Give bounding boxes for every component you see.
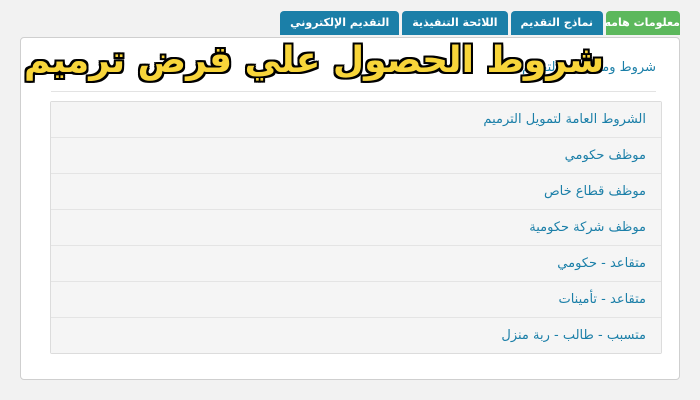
list-item-government-company-employee[interactable]: موظف شركة حكومية [51,210,661,246]
tab-online-application[interactable]: التقديم الإلكتروني [280,11,400,35]
tab-important-info[interactable]: معلومات هامه [605,11,680,35]
list-item-general-conditions[interactable]: الشروط العامة لتمويل الترميم [51,102,661,138]
tab-executive-regulations[interactable]: اللائحة التنفيذية [402,11,508,35]
list-item-retired-insurance[interactable]: متقاعد - تأمينات [51,282,661,318]
tab-application-forms[interactable]: نماذج التقديم [510,11,603,35]
list-item-government-employee[interactable]: موظف حكومي [51,138,661,174]
list-item-private-sector-employee[interactable]: موظف قطاع خاص [51,174,661,210]
tab-bar: معلومات هامه نماذج التقديم اللائحة التنف… [280,11,680,35]
title-divider [51,91,656,92]
requirements-list: الشروط العامة لتمويل الترميم موظف حكومي … [50,101,662,354]
list-item-retired-government[interactable]: متقاعد - حكومي [51,246,661,282]
overlay-headline: شروط الحصول علي قرض ترميم [24,40,605,81]
list-item-self-employed-student-housewife[interactable]: متسبب - طالب - ربة منزل [51,318,661,353]
